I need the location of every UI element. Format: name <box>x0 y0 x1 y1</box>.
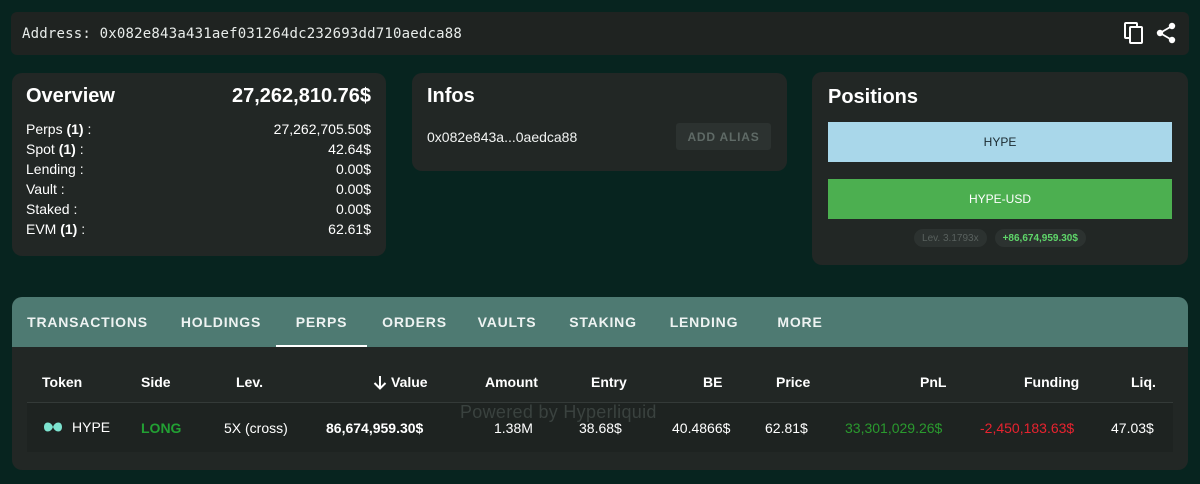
tab-holdings[interactable]: HOLDINGS <box>180 297 262 347</box>
table-row[interactable]: HYPE LONG 5X (cross) 86,674,959.30$ 1.38… <box>27 403 1173 452</box>
col-funding[interactable]: Funding <box>1024 374 1079 390</box>
tab-orders[interactable]: ORDERS <box>382 297 447 347</box>
cell-liq: 47.03$ <box>1111 420 1154 436</box>
overview-row-vault: Vault : 0.00$ <box>26 181 371 197</box>
tab-more[interactable]: MORE <box>775 297 825 347</box>
overview-row-perps: Perps (1) : 27,262,705.50$ <box>26 121 371 137</box>
cell-side: LONG <box>141 420 182 436</box>
overview-title: Overview <box>26 85 115 107</box>
positions-title: Positions <box>828 86 919 108</box>
wallet-address: Address: 0x082e843a431aef031264dc232693d… <box>22 25 463 42</box>
position-hype-button[interactable]: HYPE <box>828 122 1172 162</box>
overview-value: 27,262,705.50$ <box>273 121 371 137</box>
cell-price: 62.81$ <box>765 420 808 436</box>
short-address: 0x082e843a...0aedca88 <box>427 128 578 145</box>
pnl-badge: +86,674,959.30$ <box>994 229 1086 247</box>
infos-title: Infos <box>427 85 475 107</box>
tab-lending[interactable]: LENDING <box>668 297 740 347</box>
hype-logo-icon <box>44 422 62 432</box>
tab-vaults[interactable]: VAULTS <box>478 297 536 347</box>
overview-total: 27,262,810.76$ <box>231 85 371 107</box>
position-hype-usd-button[interactable]: HYPE-USD <box>828 179 1172 219</box>
tab-transactions[interactable]: TRANSACTIONS <box>27 297 147 347</box>
positions-table-card: TRANSACTIONS HOLDINGS PERPS ORDERS VAULT… <box>12 297 1188 470</box>
cell-funding: -2,450,183.63$ <box>980 420 1075 436</box>
overview-row-spot: Spot (1) : 42.64$ <box>26 141 371 157</box>
cell-be: 40.4866$ <box>672 420 731 436</box>
col-value-header[interactable]: Value <box>373 374 428 390</box>
col-token[interactable]: Token <box>42 374 82 390</box>
overview-value: 42.64$ <box>328 141 371 157</box>
tab-perps[interactable]: PERPS <box>276 297 367 347</box>
cell-pnl: 33,301,029.26$ <box>845 420 943 436</box>
tab-staking[interactable]: STAKING <box>569 297 637 347</box>
col-side[interactable]: Side <box>141 374 171 390</box>
overview-value: 0.00$ <box>335 181 371 197</box>
overview-row-staked: Staked : 0.00$ <box>26 201 371 217</box>
col-value: Value <box>391 374 428 390</box>
col-pnl[interactable]: PnL <box>920 374 946 390</box>
overview-row-lending: Lending : 0.00$ <box>26 161 371 177</box>
address-bar: Address: 0x082e843a431aef031264dc232693d… <box>11 12 1189 55</box>
tab-bar: TRANSACTIONS HOLDINGS PERPS ORDERS VAULT… <box>12 297 1188 347</box>
cell-entry: 38.68$ <box>579 420 622 436</box>
cell-amount: 1.38M <box>494 420 533 436</box>
col-lev[interactable]: Lev. <box>236 374 263 390</box>
copy-icon[interactable] <box>1123 21 1145 45</box>
leverage-badge: Lev. 3.1793x <box>914 229 987 247</box>
add-alias-button[interactable]: ADD ALIAS <box>676 123 771 150</box>
overview-value: 0.00$ <box>335 161 371 177</box>
col-liq[interactable]: Liq. <box>1131 374 1156 390</box>
cell-token: HYPE <box>42 419 110 435</box>
cell-lev: 5X (cross) <box>224 420 288 436</box>
col-be[interactable]: BE <box>703 374 722 390</box>
table-header: Token Side Lev. Value Amount Entry BE Pr… <box>27 361 1173 403</box>
overview-value: 62.61$ <box>328 221 371 237</box>
arrow-down-icon <box>373 375 387 390</box>
positions-card: Positions HYPE HYPE-USD Lev. 3.1793x +86… <box>812 72 1188 265</box>
col-price[interactable]: Price <box>776 374 810 390</box>
col-entry[interactable]: Entry <box>591 374 627 390</box>
col-amount[interactable]: Amount <box>485 374 538 390</box>
perps-table: Token Side Lev. Value Amount Entry BE Pr… <box>27 361 1173 452</box>
overview-card: Overview 27,262,810.76$ Perps (1) : 27,2… <box>12 73 386 256</box>
overview-value: 0.00$ <box>335 201 371 217</box>
overview-row-evm: EVM (1) : 62.61$ <box>26 221 371 237</box>
cell-value: 86,674,959.30$ <box>326 420 424 436</box>
infos-card: Infos 0x082e843a...0aedca88 ADD ALIAS <box>412 73 787 171</box>
share-icon[interactable] <box>1155 21 1177 45</box>
